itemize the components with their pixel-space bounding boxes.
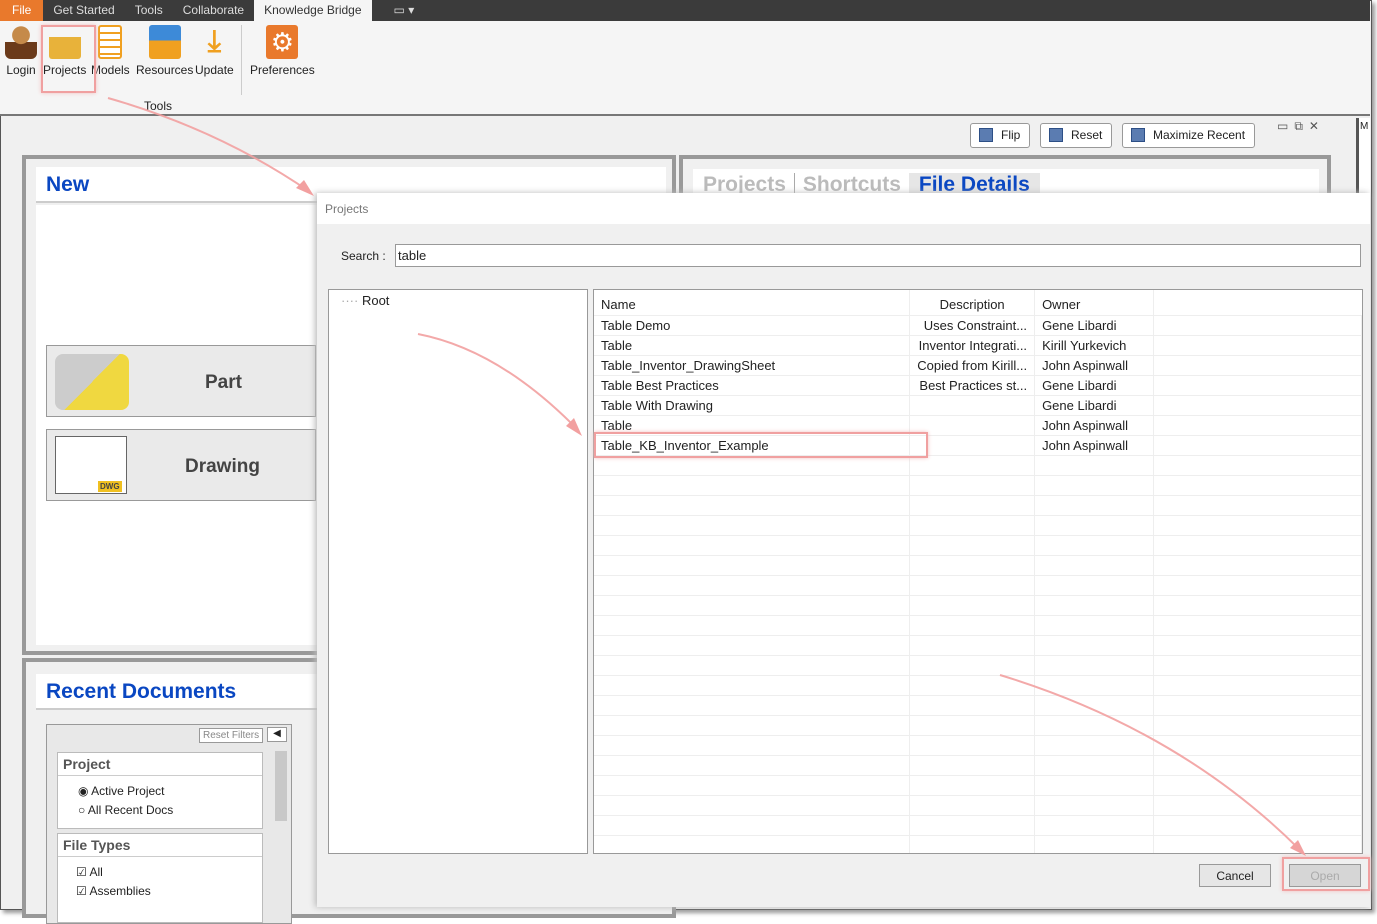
arrow-to-dialog <box>107 97 311 193</box>
arrow-to-row <box>417 333 579 431</box>
arrow-to-open <box>999 674 1301 851</box>
annotation-arrows <box>107 97 1306 856</box>
